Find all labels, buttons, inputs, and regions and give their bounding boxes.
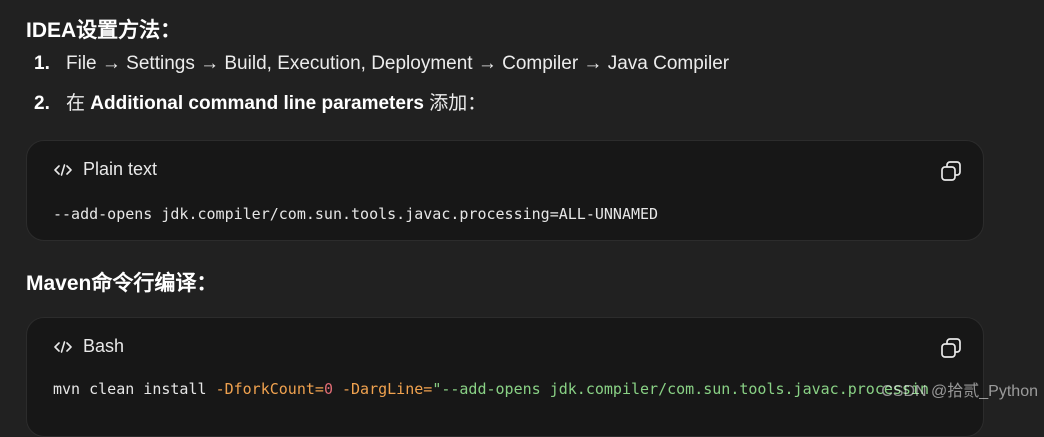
code-line: mvn clean install -DforkCount=0 -DargLin… [53,380,929,398]
code-token-string: "--add-opens jdk.compiler/com.sun.tools.… [432,380,930,398]
code-block-bash: Bash mvn clean install -DforkCount=0 -Da… [26,317,984,437]
steps-list: 1. File → Settings → Build, Execution, D… [34,53,729,123]
code-token-number: 0 [323,380,333,398]
code-icon [53,337,73,357]
step-number: 2. [34,93,50,114]
code-language-label: Plain text [83,159,158,179]
step-bold-text: Additional command line parameters [90,93,424,114]
maven-compile-heading: Maven命令行编译： [26,272,218,295]
code-block-plain-text: Plain text --add-opens jdk.compiler/com.… [26,140,984,241]
code-token-flag: -DforkCount= [215,380,324,398]
idea-settings-heading: IDEA设置方法： [26,19,182,42]
step-number: 1. [34,53,50,74]
code-token-flag: -DargLine= [342,380,433,398]
code-language-label: Bash [83,336,125,356]
watermark: CSDN @拾贰_Python [881,383,1038,400]
code-block-header: Bash [53,336,124,357]
step-suffix: 添加： [423,93,487,114]
step-prefix: 在 [66,93,91,114]
copy-icon[interactable] [939,336,963,360]
code-icon [53,160,73,180]
code-token-command: mvn clean install [53,380,216,398]
step-text: File → Settings → Build, Execution, Depl… [66,53,730,74]
code-line: --add-opens jdk.compiler/com.sun.tools.j… [53,205,659,223]
copy-icon[interactable] [939,159,963,183]
code-block-header: Plain text [53,159,157,180]
list-item: 2. 在 Additional command line parameters … [34,88,729,123]
list-item: 1. File → Settings → Build, Execution, D… [34,53,729,88]
